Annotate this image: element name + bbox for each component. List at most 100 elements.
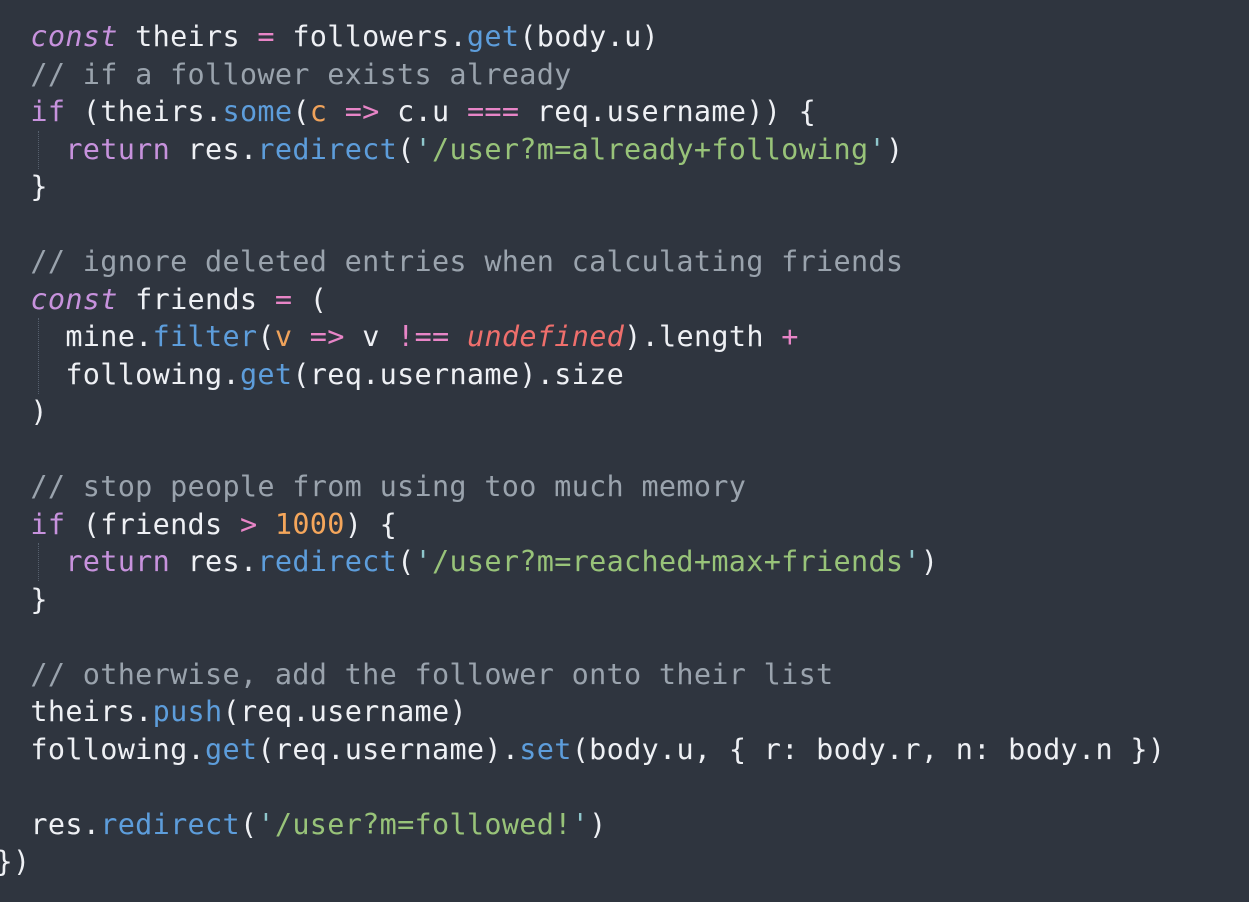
code-line[interactable]: return res.redirect('/user?m=already+fol… <box>0 131 903 169</box>
code-token: res. <box>170 132 258 166</box>
code-token: mine. <box>65 320 153 353</box>
code-token: ) { <box>344 507 398 541</box>
code-token: (req.username). <box>257 732 520 766</box>
code-token: // if a follower exists already <box>30 57 572 91</box>
code-token: theirs. <box>30 695 153 728</box>
code-line[interactable]: res.redirect('/user?m=followed!') <box>0 806 607 844</box>
code-line[interactable]: // ignore deleted entries when calculati… <box>0 243 903 281</box>
code-token: req.username)) { <box>519 95 817 128</box>
code-token: ( <box>292 282 328 316</box>
code-token: ( <box>292 95 310 128</box>
code-token: (friends <box>65 507 240 541</box>
code-line[interactable]: // stop people from using too much memor… <box>0 468 746 506</box>
code-token: push <box>152 695 223 728</box>
code-token: friends <box>117 282 275 316</box>
code-line[interactable]: mine.filter(v => v !== undefined).length… <box>0 318 799 356</box>
code-line[interactable]: const friends = ( <box>0 281 327 319</box>
code-token: // otherwise, add the follower onto thei… <box>30 657 834 691</box>
code-token: ) <box>589 807 607 841</box>
code-line[interactable]: if (friends > 1000) { <box>0 506 397 544</box>
code-token: return <box>65 132 171 166</box>
code-token: /user?m=followed! <box>274 807 572 841</box>
code-token: (theirs. <box>65 95 223 128</box>
code-token: const <box>30 282 118 316</box>
code-token: // ignore deleted entries when calculati… <box>30 245 904 278</box>
code-token: ' <box>414 132 433 166</box>
code-token: ( <box>257 320 275 353</box>
code-token: get <box>239 357 293 391</box>
code-line[interactable]: return res.redirect('/user?m=reached+max… <box>0 543 938 581</box>
code-token: following. <box>30 732 206 766</box>
code-line[interactable]: }) <box>0 843 30 881</box>
code-token: return <box>65 545 171 578</box>
code-line[interactable]: if (theirs.some(c => c.u === req.usernam… <box>0 93 816 131</box>
code-token: /user?m=reached+max+friends <box>432 545 904 578</box>
code-token: undefined <box>466 320 625 353</box>
code-token: c <box>309 95 328 128</box>
code-token: ' <box>868 132 886 166</box>
code-token: some <box>222 95 293 128</box>
code-line[interactable]: // otherwise, add the follower onto thei… <box>0 656 834 694</box>
code-token: => <box>327 95 380 128</box>
code-token: !== <box>397 320 450 353</box>
code-token: }) <box>0 845 31 878</box>
code-token: redirect <box>257 132 398 166</box>
code-token: } <box>30 582 48 616</box>
code-token: ) <box>920 545 939 578</box>
code-line[interactable]: following.get(req.username).set(body.u, … <box>0 731 1165 769</box>
code-token: = <box>274 282 293 316</box>
code-token: ' <box>414 545 433 578</box>
code-token: ' <box>903 545 921 578</box>
code-token: get <box>466 20 520 53</box>
code-line[interactable]: // if a follower exists already <box>0 56 572 94</box>
code-line[interactable]: theirs.push(req.username) <box>0 693 467 731</box>
code-token: === <box>466 95 520 128</box>
code-token: /user?m=already+following <box>432 132 869 166</box>
code-token: if <box>30 507 66 541</box>
code-token: ) <box>30 395 48 428</box>
code-token: v <box>274 320 293 353</box>
code-line[interactable]: const theirs = followers.get(body.u) <box>0 18 659 56</box>
code-token: ( <box>397 545 415 578</box>
code-token: ( <box>397 132 415 166</box>
code-line[interactable]: ) <box>0 393 48 431</box>
code-token: 1000 <box>274 507 345 541</box>
code-token: ' <box>571 807 590 841</box>
code-token: = <box>257 20 275 53</box>
code-token: > <box>239 507 258 541</box>
code-token: followers <box>274 20 450 53</box>
code-token: (req.username).size <box>292 357 625 391</box>
code-token: ( <box>239 807 258 841</box>
code-token: ) <box>885 132 904 166</box>
code-token: (body.u, { r: body.r, n: body.n }) <box>571 732 1166 766</box>
code-token: v <box>344 320 398 353</box>
code-token: get <box>205 732 258 766</box>
code-line[interactable]: } <box>0 168 48 206</box>
code-line[interactable]: } <box>0 581 48 619</box>
code-token: ).length <box>624 320 782 353</box>
code-token: (body.u) <box>519 20 659 53</box>
code-token: theirs <box>117 20 258 53</box>
code-editor[interactable]: const theirs = followers.get(body.u) // … <box>0 0 1249 902</box>
code-token: . <box>449 20 467 53</box>
code-token: } <box>30 170 48 203</box>
code-token: redirect <box>100 807 240 841</box>
code-line[interactable]: following.get(req.username).size <box>0 356 624 394</box>
code-token: const <box>30 20 118 53</box>
code-token: set <box>519 732 572 766</box>
